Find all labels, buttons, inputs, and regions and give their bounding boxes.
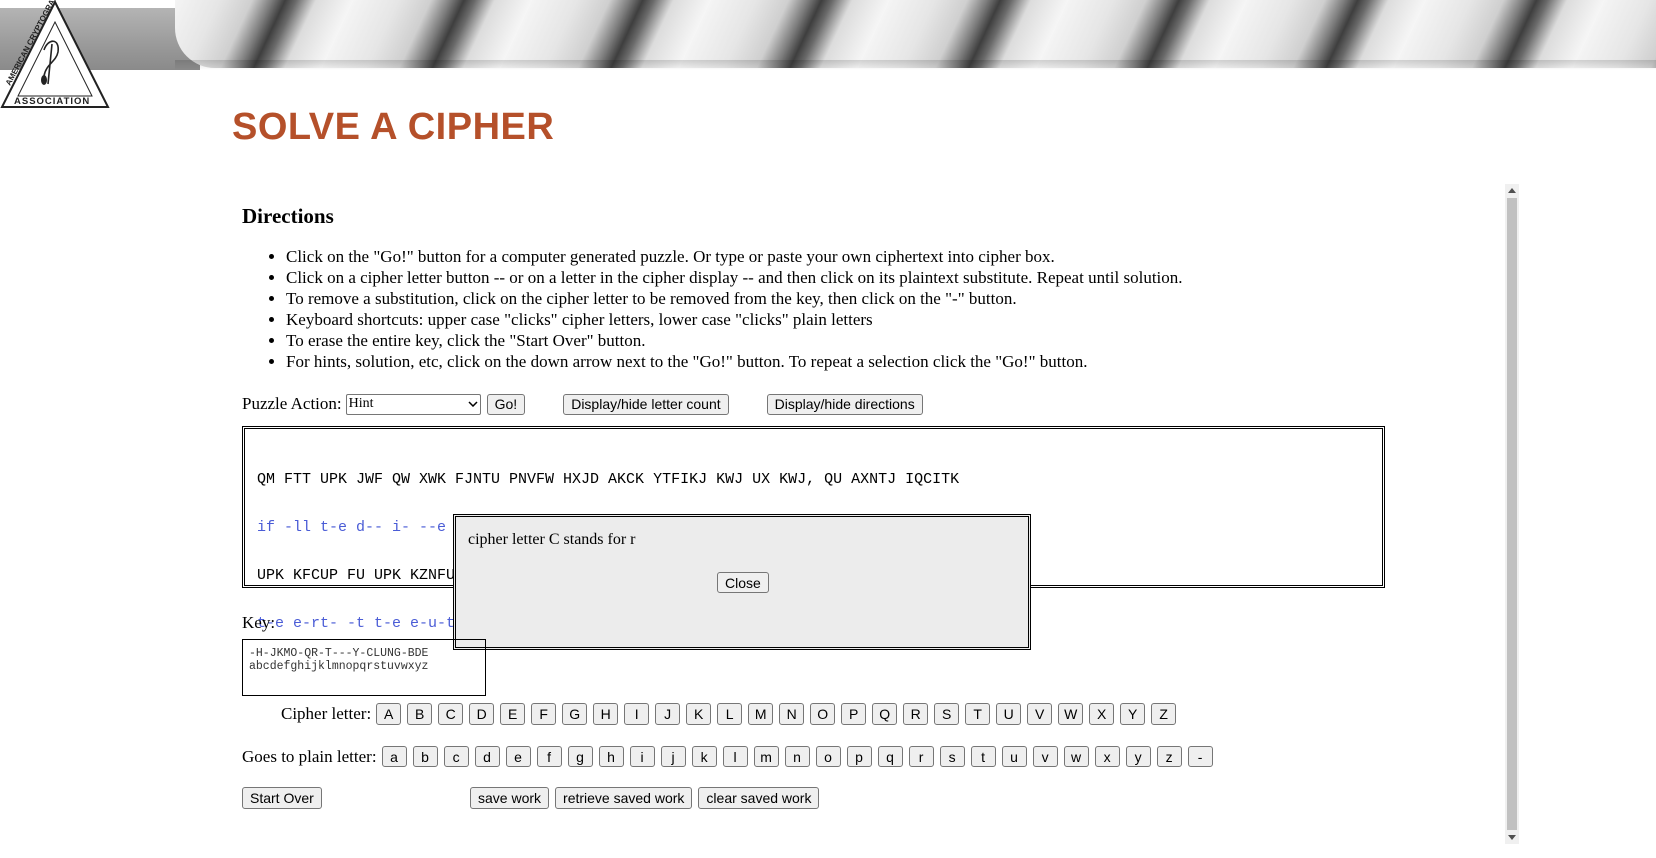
cipher-text-line[interactable]: QM FTT UPK JWF QW XWK FJNTU PNVFW HXJD A… bbox=[257, 472, 1370, 488]
cipher-letter-row: Cipher letter: ABCDEFGHIJKLMNOPQRSTUVWXY… bbox=[281, 701, 1177, 726]
puzzle-action-label: Puzzle Action: bbox=[242, 394, 342, 413]
plain-letter-r-button[interactable]: r bbox=[908, 746, 934, 767]
cipher-letter-Q-button[interactable]: Q bbox=[872, 702, 898, 725]
plain-letter-b-button[interactable]: b bbox=[412, 746, 438, 767]
puzzle-action-select[interactable]: Hint bbox=[345, 393, 481, 415]
cipher-letter-C-button[interactable]: C bbox=[438, 702, 464, 725]
plain-letter-dash-button[interactable]: - bbox=[1187, 746, 1213, 767]
direction-item: To remove a substitution, click on the c… bbox=[286, 288, 1183, 309]
cipher-letter-buttons: ABCDEFGHIJKLMNOPQRSTUVWXYZ bbox=[376, 702, 1177, 725]
cipher-letter-G-button[interactable]: G bbox=[562, 702, 588, 725]
close-button[interactable]: Close bbox=[717, 572, 769, 593]
plain-letter-n-button[interactable]: n bbox=[784, 746, 810, 767]
plain-letter-h-button[interactable]: h bbox=[598, 746, 624, 767]
cipher-letter-W-button[interactable]: W bbox=[1058, 702, 1084, 725]
scroll-thumb[interactable] bbox=[1507, 198, 1517, 830]
clear-saved-work-button[interactable]: clear saved work bbox=[698, 787, 820, 809]
cipher-letter-label: Cipher letter: bbox=[281, 703, 372, 723]
cipher-letter-E-button[interactable]: E bbox=[500, 702, 526, 725]
save-work-group: save work retrieve saved work clear save… bbox=[470, 787, 820, 809]
cipher-letter-O-button[interactable]: O bbox=[810, 702, 836, 725]
hint-dialog: cipher letter C stands for r Close bbox=[453, 514, 1031, 650]
start-over-button[interactable]: Start Over bbox=[242, 787, 322, 809]
direction-item: For hints, solution, etc, click on the d… bbox=[286, 351, 1183, 372]
letter-count-button[interactable]: Display/hide letter count bbox=[563, 393, 729, 415]
key-cipher-row: -H-JKMO-QR-T---Y-CLUNG-BDE bbox=[249, 647, 429, 660]
cipher-letter-K-button[interactable]: K bbox=[686, 702, 712, 725]
plain-letter-p-button[interactable]: p bbox=[846, 746, 872, 767]
cipher-letter-V-button[interactable]: V bbox=[1027, 702, 1053, 725]
plain-letter-v-button[interactable]: v bbox=[1032, 746, 1058, 767]
plain-letter-y-button[interactable]: y bbox=[1125, 746, 1151, 767]
plain-letter-l-button[interactable]: l bbox=[722, 746, 748, 767]
banner-shadow bbox=[175, 60, 1656, 70]
direction-item: Click on a cipher letter button -- or on… bbox=[286, 267, 1183, 288]
key-display[interactable]: -H-JKMO-QR-T---Y-CLUNG-BDE abcdefghijklmn… bbox=[242, 639, 486, 696]
key-label: Key: bbox=[242, 613, 276, 632]
cipher-letter-R-button[interactable]: R bbox=[903, 702, 929, 725]
scroll-up-icon[interactable] bbox=[1508, 188, 1516, 193]
plain-letter-g-button[interactable]: g bbox=[567, 746, 593, 767]
cipher-letter-B-button[interactable]: B bbox=[407, 702, 433, 725]
plain-letter-u-button[interactable]: u bbox=[1001, 746, 1027, 767]
logo-text-bottom: ASSOCIATION bbox=[14, 96, 90, 107]
cipher-letter-T-button[interactable]: T bbox=[965, 702, 991, 725]
cipher-letter-S-button[interactable]: S bbox=[934, 702, 960, 725]
cipher-letter-P-button[interactable]: P bbox=[841, 702, 867, 725]
cipher-letter-M-button[interactable]: M bbox=[748, 702, 774, 725]
go-button[interactable]: Go! bbox=[486, 393, 526, 415]
direction-item: Click on the "Go!" button for a computer… bbox=[286, 246, 1183, 267]
plain-letter-q-button[interactable]: q bbox=[877, 746, 903, 767]
save-work-button[interactable]: save work bbox=[470, 787, 550, 809]
plain-letter-label: Goes to plain letter: bbox=[242, 746, 377, 766]
plain-letter-m-button[interactable]: m bbox=[753, 746, 779, 767]
plain-letter-z-button[interactable]: z bbox=[1156, 746, 1182, 767]
cipher-letter-Z-button[interactable]: Z bbox=[1151, 702, 1177, 725]
cipher-letter-Y-button[interactable]: Y bbox=[1120, 702, 1146, 725]
cipher-letter-L-button[interactable]: L bbox=[717, 702, 743, 725]
banner-ribbon bbox=[175, 0, 1656, 68]
puzzle-action-row: Puzzle Action: Hint Go! Display/hide let… bbox=[242, 392, 923, 416]
cipher-letter-D-button[interactable]: D bbox=[469, 702, 495, 725]
cipher-letter-F-button[interactable]: F bbox=[531, 702, 557, 725]
cipher-letter-I-button[interactable]: I bbox=[624, 702, 650, 725]
cipher-letter-X-button[interactable]: X bbox=[1089, 702, 1115, 725]
direction-item: To erase the entire key, click the "Star… bbox=[286, 330, 1183, 351]
cipher-letter-J-button[interactable]: J bbox=[655, 702, 681, 725]
plain-letter-s-button[interactable]: s bbox=[939, 746, 965, 767]
header-banner bbox=[0, 0, 1656, 70]
cipher-letter-A-button[interactable]: A bbox=[376, 702, 402, 725]
directions-heading: Directions bbox=[242, 204, 334, 228]
cipher-letter-U-button[interactable]: U bbox=[996, 702, 1022, 725]
plain-letter-x-button[interactable]: x bbox=[1094, 746, 1120, 767]
plain-letter-c-button[interactable]: c bbox=[443, 746, 469, 767]
plain-letter-t-button[interactable]: t bbox=[970, 746, 996, 767]
plain-letter-i-button[interactable]: i bbox=[629, 746, 655, 767]
plain-letter-k-button[interactable]: k bbox=[691, 746, 717, 767]
cipher-letter-H-button[interactable]: H bbox=[593, 702, 619, 725]
key-plain-row: abcdefghijklmnopqrstuvwxyz bbox=[249, 660, 429, 673]
chevron-down-icon bbox=[468, 401, 478, 407]
plain-letter-o-button[interactable]: o bbox=[815, 746, 841, 767]
toggle-directions-button[interactable]: Display/hide directions bbox=[766, 393, 923, 415]
plain-letter-buttons: abcdefghijklmnopqrstuvwxyz- bbox=[381, 746, 1213, 767]
plain-letter-j-button[interactable]: j bbox=[660, 746, 686, 767]
hint-message: cipher letter C stands for r bbox=[468, 531, 636, 548]
aca-logo[interactable]: ASSOCIATION AMERICAN CRYPTOGRAM bbox=[0, 0, 110, 110]
plain-letter-d-button[interactable]: d bbox=[474, 746, 500, 767]
directions-list: Click on the "Go!" button for a computer… bbox=[242, 246, 1183, 372]
plain-letter-row: Goes to plain letter: abcdefghijklmnopqr… bbox=[242, 744, 1213, 769]
scroll-down-icon[interactable] bbox=[1508, 835, 1516, 840]
plain-letter-e-button[interactable]: e bbox=[505, 746, 531, 767]
page-title: SOLVE A CIPHER bbox=[232, 106, 555, 148]
plain-letter-w-button[interactable]: w bbox=[1063, 746, 1089, 767]
cipher-letter-N-button[interactable]: N bbox=[779, 702, 805, 725]
direction-item: Keyboard shortcuts: upper case "clicks" … bbox=[286, 309, 1183, 330]
retrieve-saved-work-button[interactable]: retrieve saved work bbox=[555, 787, 693, 809]
plain-letter-f-button[interactable]: f bbox=[536, 746, 562, 767]
plain-letter-a-button[interactable]: a bbox=[381, 746, 407, 767]
puzzle-action-selected: Hint bbox=[348, 396, 374, 411]
vertical-scrollbar[interactable] bbox=[1505, 184, 1519, 844]
